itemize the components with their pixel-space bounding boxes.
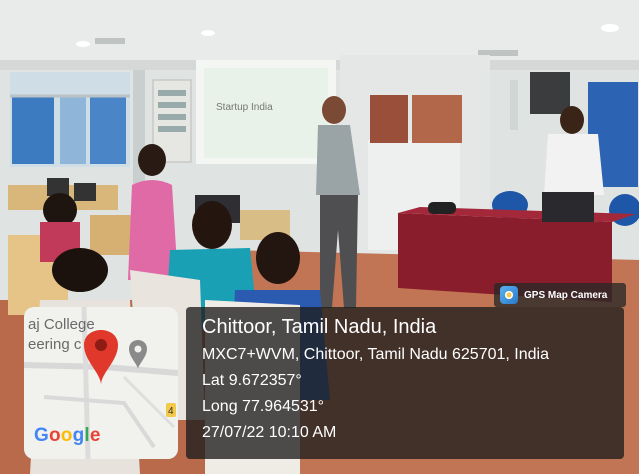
camera-icon xyxy=(500,286,518,304)
datetime: 27/07/22 10:10 AM xyxy=(202,424,337,441)
location-address: MXC7+WVM, Chittoor, Tamil Nadu 625701, I… xyxy=(202,346,549,363)
location-title: Chittoor, Tamil Nadu, India xyxy=(202,316,437,338)
student-seated xyxy=(256,232,300,284)
map-poi-label: aj College eering c xyxy=(28,315,95,355)
guest xyxy=(544,134,604,195)
logo-letter: e xyxy=(89,425,101,446)
ceiling-light xyxy=(76,41,90,47)
logo-letter: o xyxy=(60,425,73,446)
curtain xyxy=(370,95,408,143)
ceiling xyxy=(0,0,639,70)
logo-letter: g xyxy=(72,425,85,446)
poi-line: eering c xyxy=(28,336,82,353)
instructor-head xyxy=(322,96,346,124)
road-marker: 4 xyxy=(168,406,174,417)
gps-map-camera-badge: GPS Map Camera xyxy=(494,283,626,307)
geotag-overlay: 4 aj College eering c Google Chittoor, T… xyxy=(24,307,624,459)
classroom-photo: Startup India GPS Map Camera 4 aj Colleg… xyxy=(0,0,639,474)
badge-label: GPS Map Camera xyxy=(524,289,608,301)
curtain xyxy=(412,95,462,143)
student-seated xyxy=(52,248,108,292)
poi-pin-icon xyxy=(129,340,147,369)
wall-speaker xyxy=(530,72,570,114)
bag xyxy=(428,202,456,214)
ceiling-light xyxy=(201,30,215,36)
ceiling-light xyxy=(601,24,619,32)
poi-line: aj College xyxy=(28,316,95,333)
student-seated xyxy=(192,201,232,249)
google-logo: Google xyxy=(34,425,101,447)
student-seated xyxy=(43,193,77,227)
slide-title: Startup India xyxy=(216,102,273,113)
longitude: Long 77.964531° xyxy=(202,398,325,415)
student-head xyxy=(138,144,166,176)
monitor xyxy=(74,183,96,201)
latitude: Lat 9.672357° xyxy=(202,372,302,389)
location-info-panel: Chittoor, Tamil Nadu, India MXC7+WVM, Ch… xyxy=(186,307,624,459)
logo-letter: o xyxy=(48,425,61,446)
logo-letter: G xyxy=(34,425,49,446)
guest-head xyxy=(560,106,584,134)
map-thumbnail: 4 aj College eering c Google xyxy=(24,307,178,459)
